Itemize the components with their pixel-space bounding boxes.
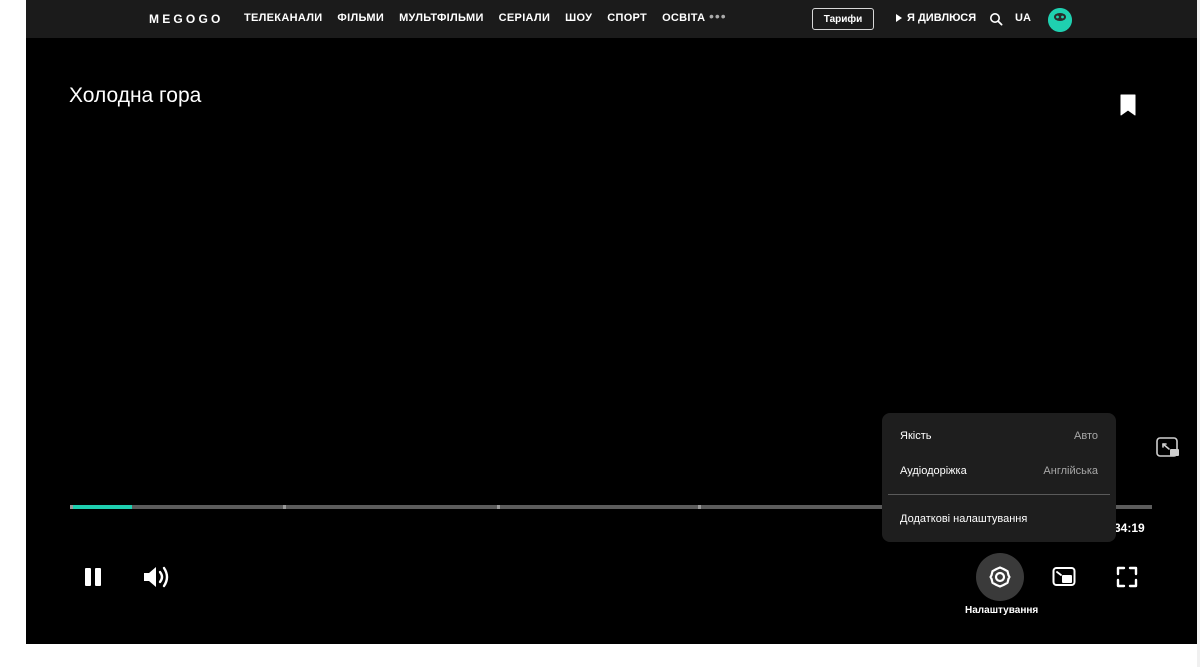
picture-in-picture-icon[interactable] bbox=[1155, 436, 1181, 460]
mini-player-icon[interactable] bbox=[1052, 566, 1076, 588]
nav-item-sport[interactable]: СПОРТ bbox=[607, 12, 647, 24]
top-navigation: MEGOGO ТЕЛЕКАНАЛИ ФІЛЬМИ МУЛЬТФІЛЬМИ СЕР… bbox=[26, 0, 1197, 38]
tariffs-button[interactable]: Тарифи bbox=[812, 8, 874, 30]
nav-item-show[interactable]: ШОУ bbox=[565, 12, 592, 24]
chapter-mark bbox=[70, 505, 73, 509]
settings-button[interactable] bbox=[976, 553, 1024, 601]
bookmark-icon[interactable] bbox=[1119, 94, 1137, 116]
chapter-mark bbox=[283, 505, 287, 509]
nav-menu: ТЕЛЕКАНАЛИ ФІЛЬМИ МУЛЬТФІЛЬМИ СЕРІАЛИ ШО… bbox=[244, 12, 720, 24]
watching-button[interactable]: Я ДИВЛЮСЯ bbox=[896, 12, 976, 24]
audio-track-value: Англійська bbox=[1043, 465, 1098, 477]
nav-item-education[interactable]: ОСВІТА bbox=[662, 12, 705, 24]
menu-item-audio-track[interactable]: Аудіодоріжка Англійська bbox=[900, 465, 1098, 477]
nav-item-cartoons[interactable]: МУЛЬТФІЛЬМИ bbox=[399, 12, 484, 24]
advanced-settings-label: Додаткові налаштування bbox=[900, 513, 1028, 525]
audio-track-label: Аудіодоріжка bbox=[900, 465, 967, 477]
language-switch[interactable]: UA bbox=[1015, 12, 1031, 24]
quality-label: Якість bbox=[900, 430, 932, 442]
chapter-mark bbox=[697, 505, 701, 509]
user-avatar[interactable] bbox=[1048, 8, 1072, 32]
progress-fill bbox=[70, 505, 132, 509]
menu-divider bbox=[888, 494, 1110, 495]
pause-icon[interactable] bbox=[82, 566, 104, 588]
watching-label: Я ДИВЛЮСЯ bbox=[907, 12, 977, 24]
search-icon[interactable] bbox=[989, 12, 1003, 26]
settings-menu: Якість Авто Аудіодоріжка Англійська Дода… bbox=[882, 413, 1116, 542]
menu-item-quality[interactable]: Якість Авто bbox=[900, 430, 1098, 442]
quality-value: Авто bbox=[1074, 430, 1098, 442]
nav-item-films[interactable]: ФІЛЬМИ bbox=[337, 12, 384, 24]
megogo-logo[interactable]: MEGOGO bbox=[149, 12, 224, 26]
app-window: MEGOGO ТЕЛЕКАНАЛИ ФІЛЬМИ МУЛЬТФІЛЬМИ СЕР… bbox=[26, 0, 1197, 644]
play-icon bbox=[896, 14, 902, 22]
settings-label: Налаштування bbox=[965, 605, 1039, 616]
more-dots-icon[interactable]: ••• bbox=[709, 8, 727, 24]
fullscreen-icon[interactable] bbox=[1116, 566, 1138, 588]
volume-icon[interactable] bbox=[142, 564, 172, 590]
nav-item-series[interactable]: СЕРІАЛИ bbox=[499, 12, 550, 24]
gear-icon bbox=[989, 566, 1011, 588]
nav-item-tv-channels[interactable]: ТЕЛЕКАНАЛИ bbox=[244, 12, 322, 24]
avatar-icon bbox=[1048, 8, 1072, 32]
movie-title: Холодна гора bbox=[69, 84, 202, 107]
chapter-mark bbox=[497, 505, 501, 509]
menu-item-advanced-settings[interactable]: Додаткові налаштування bbox=[900, 513, 1098, 525]
